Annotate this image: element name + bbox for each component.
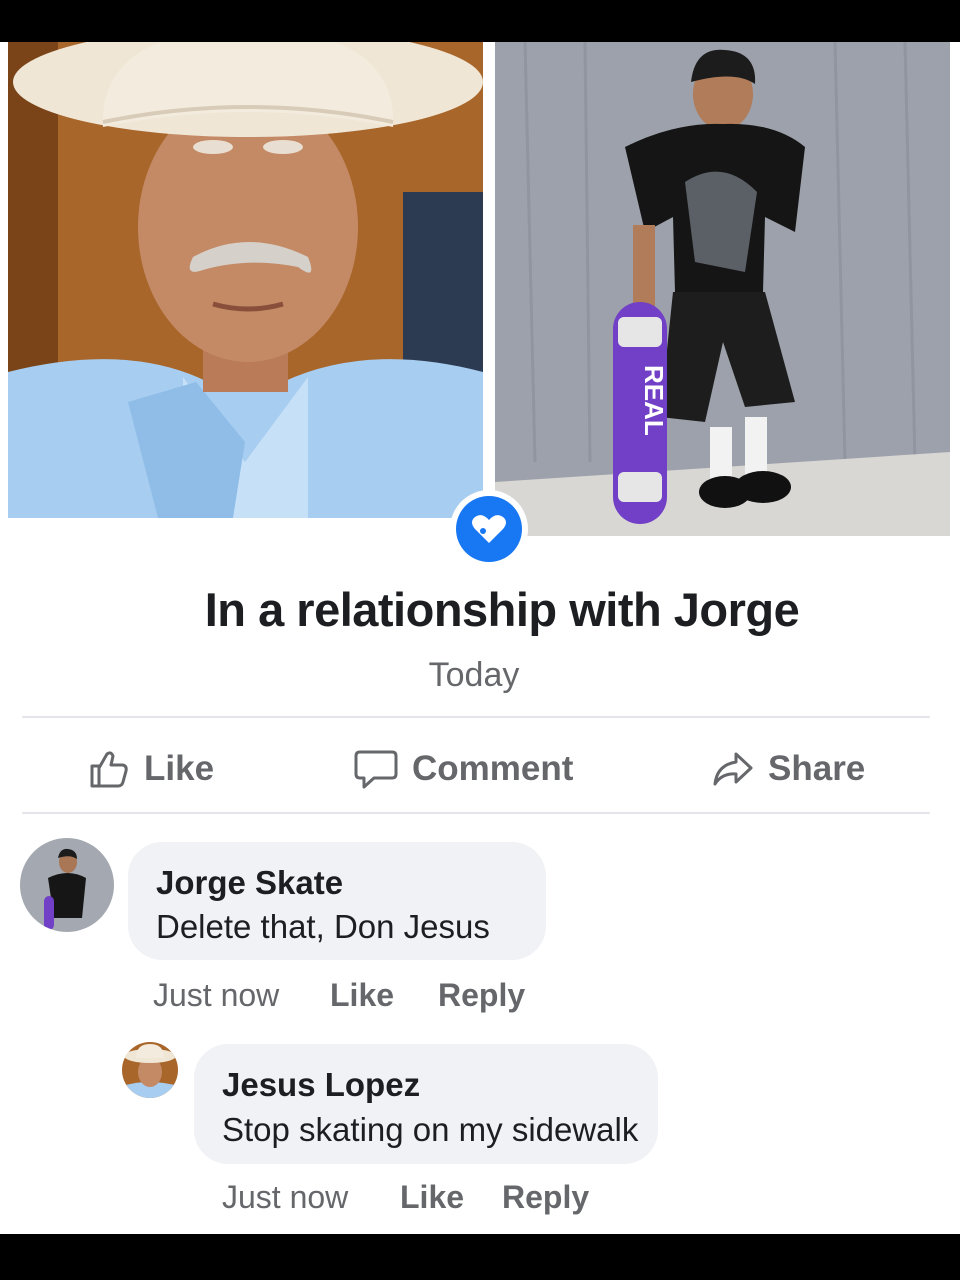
share-arrow-icon — [713, 752, 753, 786]
comment-time-1: Just now — [153, 977, 280, 1013]
comment-icon — [354, 750, 398, 789]
heart-icon — [472, 515, 506, 543]
relationship-heart-badge — [450, 490, 528, 568]
comment-text-1: Delete that, Don Jesus — [156, 908, 490, 945]
comment-like-2[interactable]: Like — [400, 1179, 464, 1215]
avatar-jesus-image — [122, 1042, 178, 1098]
profile-photo-jorge[interactable]: REAL — [495, 42, 950, 536]
post-date: Today — [428, 656, 520, 694]
comment-text-2: Stop skating on my sidewalk — [222, 1111, 639, 1148]
relationship-status: In a relationship with Jorge — [204, 583, 800, 636]
share-label: Share — [768, 749, 866, 788]
comment-like-1[interactable]: Like — [330, 977, 394, 1013]
avatar-jorge[interactable] — [20, 838, 114, 932]
comment-author-1[interactable]: Jorge Skate — [156, 864, 343, 902]
skater-illustration: REAL — [495, 42, 950, 536]
comment-button[interactable]: Comment — [354, 744, 573, 794]
portrait-illustration — [8, 42, 483, 518]
divider-bottom — [22, 812, 930, 814]
post-screen: REAL In a relationship with Jorge Today … — [0, 42, 960, 1234]
avatar-jesus[interactable] — [122, 1042, 178, 1098]
comment-label: Comment — [412, 749, 574, 788]
like-label: Like — [144, 749, 215, 788]
profile-photo-jesus[interactable] — [8, 42, 483, 518]
skateboard-label: REAL — [639, 365, 669, 436]
avatar-jorge-image — [20, 838, 114, 932]
comment-author-2[interactable]: Jesus Lopez — [222, 1066, 420, 1104]
share-button[interactable]: Share — [712, 744, 865, 794]
thumbs-up-icon — [90, 751, 128, 788]
comment-time-2: Just now — [222, 1179, 349, 1215]
like-button[interactable]: Like — [88, 744, 214, 794]
comment-reply-2[interactable]: Reply — [502, 1179, 589, 1215]
comment-reply-1[interactable]: Reply — [438, 977, 525, 1013]
divider-top — [22, 716, 930, 718]
